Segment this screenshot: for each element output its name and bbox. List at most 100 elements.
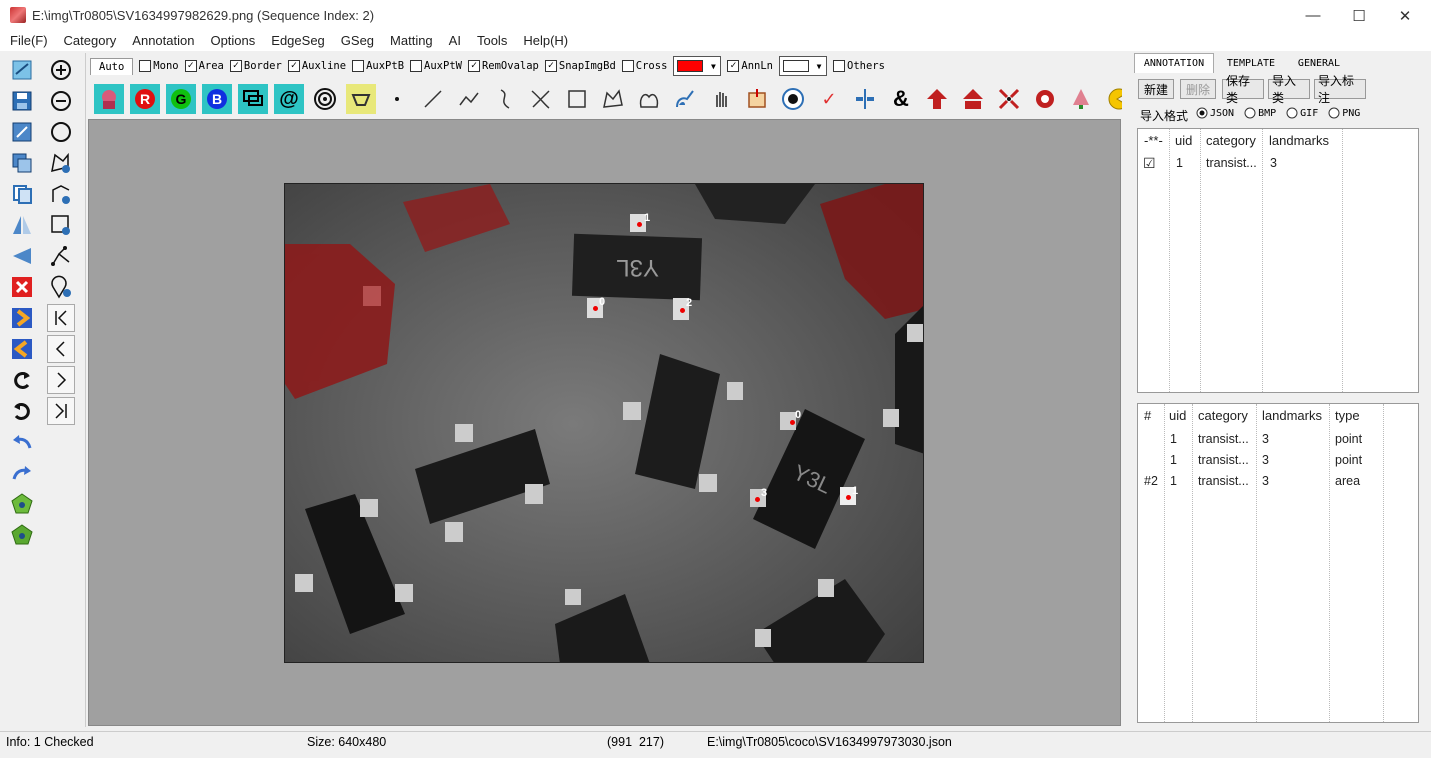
new-button[interactable]: 新建 xyxy=(1138,79,1174,99)
menu-gseg[interactable]: GSeg xyxy=(333,31,382,51)
radio-gif[interactable]: GIF xyxy=(1286,107,1318,119)
flip-icon[interactable] xyxy=(8,211,36,239)
line-icon[interactable] xyxy=(418,84,448,114)
polygon-icon[interactable] xyxy=(598,84,628,114)
lasso-icon[interactable] xyxy=(8,56,36,84)
cut-icon[interactable] xyxy=(346,84,376,114)
import-class-button[interactable]: 导入类 xyxy=(1268,74,1310,105)
column-header[interactable]: category xyxy=(1206,133,1256,148)
auxline-checkbox[interactable]: ✓ Auxline xyxy=(287,60,346,72)
graph-icon[interactable] xyxy=(47,242,75,270)
landmark-point[interactable] xyxy=(637,222,642,227)
auto-tab[interactable]: Auto xyxy=(90,57,134,75)
curve-icon[interactable] xyxy=(490,84,520,114)
chat-icon[interactable] xyxy=(238,84,268,114)
landmark-point[interactable] xyxy=(680,308,685,313)
blue-channel-icon[interactable]: B xyxy=(202,84,232,114)
polyline-icon[interactable] xyxy=(454,84,484,114)
green-channel-icon[interactable]: G xyxy=(166,84,196,114)
row-checkbox[interactable]: ☑ xyxy=(1143,155,1156,172)
auxptw-checkbox[interactable]: AuxPtW xyxy=(410,60,462,72)
others-checkbox[interactable]: Others xyxy=(833,60,885,72)
cross-checkbox[interactable]: Cross xyxy=(621,60,667,72)
pacman-icon[interactable] xyxy=(1102,84,1122,114)
tab-general[interactable]: GENERAL xyxy=(1288,53,1350,73)
next-arrow-icon[interactable] xyxy=(8,304,36,332)
point-icon[interactable] xyxy=(382,84,412,114)
cross-curve-icon[interactable] xyxy=(526,84,556,114)
menu-tools[interactable]: Tools xyxy=(469,31,515,51)
column-header[interactable]: uid xyxy=(1169,408,1186,423)
at-icon[interactable]: @ xyxy=(274,84,304,114)
category-grid[interactable]: -**- uid category landmarks ☑ 1 transist… xyxy=(1137,128,1419,393)
mono-checkbox[interactable]: Mono xyxy=(139,60,179,72)
line-color-select[interactable]: ▼ xyxy=(673,56,722,76)
minimize-button[interactable]: — xyxy=(1290,0,1336,31)
column-header[interactable]: landmarks xyxy=(1262,408,1322,423)
menu-help[interactable]: Help(H) xyxy=(515,31,576,51)
column-header[interactable]: uid xyxy=(1175,133,1192,148)
next-icon[interactable] xyxy=(47,366,75,394)
landmark-point[interactable] xyxy=(846,495,851,500)
up-arrow-icon[interactable] xyxy=(922,84,952,114)
undo-icon[interactable] xyxy=(8,428,36,456)
split-icon[interactable] xyxy=(850,84,880,114)
brush-icon[interactable] xyxy=(670,84,700,114)
rect-icon[interactable] xyxy=(562,84,592,114)
portrait-icon[interactable] xyxy=(94,84,124,114)
duplicate-icon[interactable] xyxy=(8,180,36,208)
landmark-point[interactable] xyxy=(755,497,760,502)
menu-edgeseg[interactable]: EdgeSeg xyxy=(263,31,333,51)
import-annotation-button[interactable]: 导入标注 xyxy=(1314,74,1366,105)
menu-category[interactable]: Category xyxy=(56,31,125,51)
column-header[interactable]: category xyxy=(1198,408,1248,423)
home-icon[interactable] xyxy=(958,84,988,114)
delete-icon[interactable] xyxy=(8,273,36,301)
landmark-point[interactable] xyxy=(593,306,598,311)
annotation-grid[interactable]: # uid category landmarks type 1 transist… xyxy=(1137,403,1419,723)
triangle-left-icon[interactable] xyxy=(8,242,36,270)
copy-region-icon[interactable] xyxy=(8,149,36,177)
annln-checkbox[interactable]: ✓ AnnLn xyxy=(727,60,773,72)
target-icon[interactable] xyxy=(778,84,808,114)
zoom-in-icon[interactable] xyxy=(47,56,75,84)
check-icon[interactable]: ✓ xyxy=(814,84,844,114)
fill-color-select[interactable]: ▼ xyxy=(779,56,827,76)
tree-icon[interactable] xyxy=(1066,84,1096,114)
column-header[interactable]: # xyxy=(1144,408,1151,423)
delete-button[interactable]: 删除 xyxy=(1180,79,1216,99)
close-button[interactable]: ✕ xyxy=(1382,0,1428,31)
removalap-checkbox[interactable]: ✓ RemOvalap xyxy=(467,60,539,72)
green-pentagon-2-icon[interactable] xyxy=(8,521,36,549)
prev-arrow-icon[interactable] xyxy=(8,335,36,363)
radio-png[interactable]: PNG xyxy=(1328,107,1360,119)
polygon-add-icon[interactable] xyxy=(47,149,75,177)
snapimgbd-checkbox[interactable]: ✓ SnapImgBd xyxy=(544,60,616,72)
column-header[interactable]: landmarks xyxy=(1269,133,1329,148)
auxptb-checkbox[interactable]: AuxPtB xyxy=(352,60,404,72)
edit-image-icon[interactable] xyxy=(8,118,36,146)
last-icon[interactable] xyxy=(47,397,75,425)
column-header[interactable]: type xyxy=(1335,408,1360,423)
redo-curve-icon[interactable] xyxy=(8,366,36,394)
shrink-icon[interactable] xyxy=(994,84,1024,114)
tab-annotation[interactable]: ANNOTATION xyxy=(1134,53,1214,73)
ampersand-icon[interactable]: & xyxy=(886,84,916,114)
maximize-button[interactable]: ☐ xyxy=(1336,0,1382,31)
menu-ai[interactable]: AI xyxy=(441,31,469,51)
menu-matting[interactable]: Matting xyxy=(382,31,441,51)
spiral-icon[interactable] xyxy=(310,84,340,114)
shape-add-icon[interactable] xyxy=(47,180,75,208)
menu-file[interactable]: File(F) xyxy=(0,31,56,51)
zoom-out-icon[interactable] xyxy=(47,87,75,115)
crop-icon[interactable] xyxy=(742,84,772,114)
expand-icon[interactable] xyxy=(1030,84,1060,114)
undo-curve-icon[interactable] xyxy=(8,397,36,425)
freeform-icon[interactable] xyxy=(634,84,664,114)
menu-annotation[interactable]: Annotation xyxy=(124,31,202,51)
save-class-button[interactable]: 保存类 xyxy=(1222,74,1264,105)
green-pentagon-icon[interactable] xyxy=(8,490,36,518)
tab-template[interactable]: TEMPLATE xyxy=(1216,53,1286,73)
radio-bmp[interactable]: BMP xyxy=(1244,107,1276,119)
border-checkbox[interactable]: ✓ Border xyxy=(229,60,282,72)
